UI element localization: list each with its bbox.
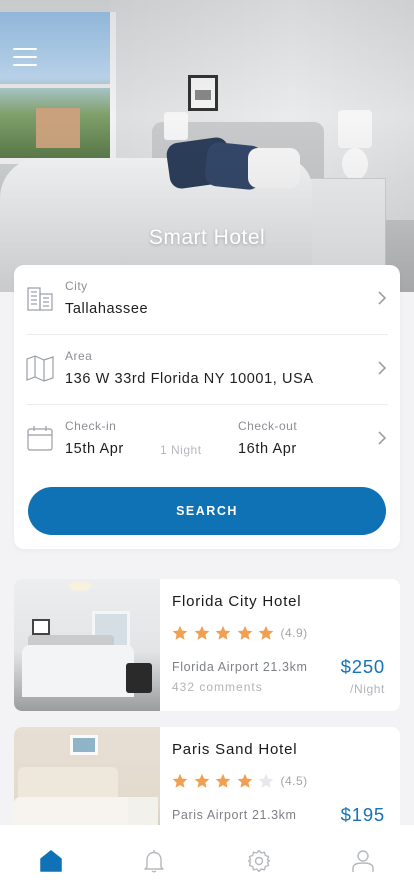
city-value: Tallahassee <box>65 301 149 317</box>
star-filled-icon <box>258 625 274 640</box>
area-value: 136 W 33rd Florida NY 10001, USA <box>65 371 314 387</box>
checkout-value: 16th Apr <box>238 441 297 457</box>
star-rating: (4.5) <box>172 773 308 789</box>
search-button[interactable]: SEARCH <box>28 487 386 535</box>
building-icon <box>27 287 53 311</box>
chevron-right-icon <box>378 361 387 375</box>
hotel-card[interactable]: Florida City Hotel (4.9) Florida Airport… <box>14 579 400 711</box>
area-field[interactable]: Area 136 W 33rd Florida NY 10001, USA <box>26 335 388 405</box>
star-filled-icon <box>194 773 209 788</box>
star-empty-icon <box>258 773 274 788</box>
hamburger-menu-icon[interactable] <box>13 48 37 68</box>
price-unit: /Night <box>350 682 385 696</box>
map-icon <box>26 355 54 382</box>
hotel-location: Paris Airport 21.3km <box>172 808 297 822</box>
chevron-right-icon <box>378 291 387 305</box>
user-icon[interactable] <box>351 849 375 873</box>
hotel-name: Florida City Hotel <box>172 593 302 610</box>
checkin-label: Check-in <box>65 419 117 433</box>
hotel-location: Florida Airport 21.3km <box>172 660 308 674</box>
app-title: Smart Hotel <box>148 226 266 249</box>
star-filled-icon <box>172 625 188 640</box>
checkout-label: Check-out <box>238 419 298 433</box>
hotel-thumbnail <box>14 579 160 711</box>
checkin-value: 15th Apr <box>65 441 124 457</box>
hotel-price: $250 <box>340 656 385 677</box>
city-label: City <box>65 279 88 293</box>
hotel-name: Paris Sand Hotel <box>172 741 298 758</box>
chevron-right-icon <box>378 431 387 445</box>
bell-icon[interactable] <box>142 849 166 873</box>
gear-icon[interactable] <box>247 849 271 873</box>
star-filled-icon <box>172 773 188 788</box>
rating-value: (4.5) <box>280 774 308 788</box>
nights-count: 1 Night <box>160 443 202 457</box>
city-field[interactable]: City Tallahassee <box>26 265 388 335</box>
star-filled-icon <box>215 773 231 788</box>
star-filled-icon <box>237 625 252 640</box>
dates-field[interactable]: Check-in 15th Apr 1 Night Check-out 16th… <box>26 405 388 475</box>
search-card: City Tallahassee Area 136 W 33rd Florida… <box>14 265 400 549</box>
star-filled-icon <box>194 625 209 640</box>
bottom-tab-bar <box>0 825 414 896</box>
hotel-comments: 432 comments <box>172 680 263 694</box>
rating-value: (4.9) <box>280 626 308 640</box>
home-icon[interactable] <box>39 849 63 873</box>
calendar-icon <box>27 426 53 451</box>
hotel-price: $195 <box>340 804 385 825</box>
star-filled-icon <box>237 773 252 788</box>
area-label: Area <box>65 349 93 363</box>
star-rating: (4.9) <box>172 625 308 641</box>
star-filled-icon <box>215 625 231 640</box>
